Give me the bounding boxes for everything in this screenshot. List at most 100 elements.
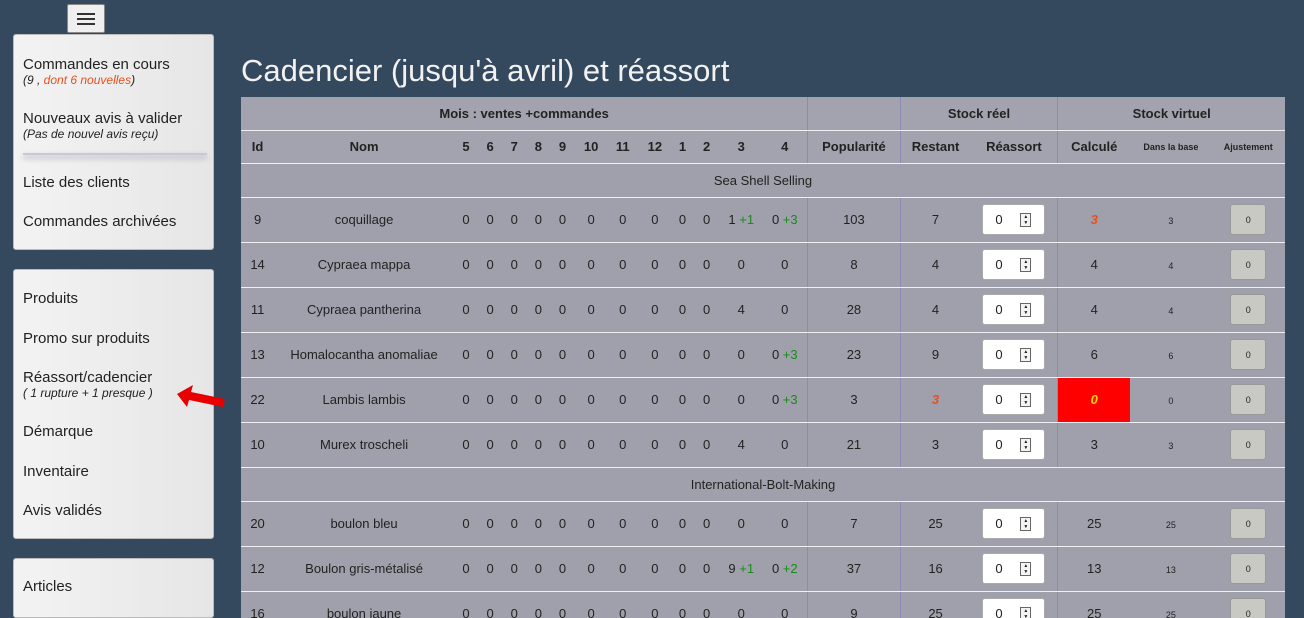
- cell-remaining: 3: [900, 422, 971, 468]
- cell-month: 0: [762, 501, 808, 547]
- restock-input[interactable]: 0 ▲ ▼: [982, 294, 1046, 325]
- restock-input[interactable]: 0 ▲ ▼: [982, 598, 1046, 618]
- cell-in-db: 3: [1130, 197, 1212, 243]
- cell-popularity: 21: [807, 422, 901, 468]
- cell-restock[interactable]: 0 ▲ ▼: [970, 242, 1059, 288]
- adjust-button[interactable]: 0: [1230, 429, 1267, 460]
- sidebar-item-products[interactable]: Produits: [23, 290, 78, 307]
- restock-input[interactable]: 0 ▲ ▼: [982, 204, 1046, 235]
- sidebar-item-markdown[interactable]: Démarque: [23, 423, 93, 440]
- cell-month: 0: [637, 332, 672, 378]
- cell-month: 0: [607, 422, 638, 468]
- cell-month: 0: [762, 287, 808, 333]
- col-month: 8: [526, 130, 551, 164]
- adjust-button[interactable]: 0: [1230, 553, 1267, 584]
- sidebar-item-clients[interactable]: Liste des clients: [23, 174, 130, 191]
- adjust-button[interactable]: 0: [1230, 249, 1267, 280]
- cell-adjust[interactable]: 0: [1211, 546, 1285, 592]
- cell-month: 0: [502, 377, 527, 423]
- adjust-button[interactable]: 0: [1230, 384, 1267, 415]
- adjust-button[interactable]: 0: [1230, 339, 1267, 370]
- sidebar-item-archived[interactable]: Commandes archivées: [23, 213, 176, 230]
- restock-table: Mois : ventes +commandes Stock réel Stoc…: [241, 97, 1285, 618]
- cell-month: 0: [637, 377, 672, 423]
- menu-toggle-button[interactable]: [67, 4, 105, 33]
- col-name[interactable]: Nom: [274, 130, 454, 164]
- restock-input[interactable]: 0 ▲ ▼: [982, 553, 1046, 584]
- restock-input[interactable]: 0 ▲ ▼: [982, 249, 1046, 280]
- cell-computed: 3: [1057, 197, 1131, 243]
- restock-input[interactable]: 0 ▲ ▼: [982, 508, 1046, 539]
- cell-adjust[interactable]: 0: [1211, 287, 1285, 333]
- adjust-button[interactable]: 0: [1230, 508, 1267, 539]
- adjust-button[interactable]: 0: [1230, 598, 1267, 618]
- real-stock-group-header: Stock réel: [900, 97, 1059, 131]
- col-popularity[interactable]: Popularité: [807, 130, 901, 164]
- cell-restock[interactable]: 0 ▲ ▼: [970, 422, 1059, 468]
- cell-computed: 6: [1057, 332, 1131, 378]
- cell-month: 0: [502, 287, 527, 333]
- cell-month: 0: [574, 501, 608, 547]
- sidebar-item-inventory[interactable]: Inventaire: [23, 463, 89, 480]
- sidebar-item-restock[interactable]: Réassort/cadencier ( 1 rupture + 1 presq…: [23, 369, 153, 400]
- col-adjust[interactable]: Ajustement: [1211, 130, 1285, 164]
- cell-month: 0: [637, 501, 672, 547]
- sidebar-item-validated[interactable]: Avis validés: [23, 502, 102, 519]
- col-remaining[interactable]: Restant: [900, 130, 971, 164]
- cell-restock[interactable]: 0 ▲ ▼: [970, 287, 1059, 333]
- sidebar-item-orders[interactable]: Commandes en cours (9 , dont 6 nouvelles…: [23, 56, 170, 87]
- cell-month: 0: [526, 242, 551, 288]
- col-in-db[interactable]: Dans la base: [1130, 130, 1212, 164]
- cell-month: 0: [671, 287, 694, 333]
- cell-month: 0 +3: [762, 197, 808, 243]
- cell-computed: 0: [1057, 377, 1131, 423]
- cell-adjust[interactable]: 0: [1211, 377, 1285, 423]
- sidebar-item-articles[interactable]: Articles: [23, 578, 72, 595]
- col-restock[interactable]: Réassort: [970, 130, 1059, 164]
- restock-input[interactable]: 0 ▲ ▼: [982, 384, 1046, 415]
- cell-month: 0: [693, 422, 721, 468]
- table-row: 12 Boulon gris-métalisé 0 0 0 0 0 0 0 0 0 0 9 +1 0 +2…: [241, 546, 1285, 592]
- restock-input[interactable]: 0 ▲ ▼: [982, 339, 1046, 370]
- sidebar-item-reviews[interactable]: Nouveaux avis à valider (Pas de nouvel a…: [23, 110, 182, 141]
- cell-id: 9: [241, 197, 275, 243]
- cell-month: 0: [720, 332, 763, 378]
- cell-month: 0: [550, 377, 575, 423]
- cell-adjust[interactable]: 0: [1211, 591, 1285, 618]
- col-computed[interactable]: Calculé: [1057, 130, 1131, 164]
- cell-adjust[interactable]: 0: [1211, 242, 1285, 288]
- cell-month: 0: [526, 591, 551, 618]
- cell-month: 0: [607, 197, 638, 243]
- cell-name: boulon bleu: [274, 501, 454, 547]
- cell-month: 0: [637, 422, 672, 468]
- restock-input[interactable]: 0 ▲ ▼: [982, 429, 1046, 460]
- cell-restock[interactable]: 0 ▲ ▼: [970, 377, 1059, 423]
- cell-in-db: 13: [1130, 546, 1212, 592]
- cell-adjust[interactable]: 0: [1211, 422, 1285, 468]
- sidebar-item-promo[interactable]: Promo sur produits: [23, 330, 150, 347]
- cell-month: 0: [671, 197, 694, 243]
- adjust-button[interactable]: 0: [1230, 204, 1267, 235]
- cell-computed: 25: [1057, 501, 1131, 547]
- cell-month: 0: [693, 377, 721, 423]
- cell-month: 0: [720, 591, 763, 618]
- cell-month: 0: [478, 591, 503, 618]
- adjust-button[interactable]: 0: [1230, 294, 1267, 325]
- cell-adjust[interactable]: 0: [1211, 501, 1285, 547]
- cell-month: 0: [453, 591, 479, 618]
- cell-restock[interactable]: 0 ▲ ▼: [970, 546, 1059, 592]
- cell-month: 0: [550, 546, 575, 592]
- cell-adjust[interactable]: 0: [1211, 332, 1285, 378]
- cell-adjust[interactable]: 0: [1211, 197, 1285, 243]
- months-group-header: Mois : ventes +commandes: [241, 97, 808, 131]
- cell-restock[interactable]: 0 ▲ ▼: [970, 332, 1059, 378]
- cell-month: 0: [478, 422, 503, 468]
- cell-restock[interactable]: 0 ▲ ▼: [970, 591, 1059, 618]
- cell-popularity: 8: [807, 242, 901, 288]
- cell-restock[interactable]: 0 ▲ ▼: [970, 501, 1059, 547]
- cell-name: Lambis lambis: [274, 377, 454, 423]
- cell-restock[interactable]: 0 ▲ ▼: [970, 197, 1059, 243]
- cell-month: 0: [693, 332, 721, 378]
- col-month: 6: [478, 130, 503, 164]
- col-id[interactable]: Id: [241, 130, 275, 164]
